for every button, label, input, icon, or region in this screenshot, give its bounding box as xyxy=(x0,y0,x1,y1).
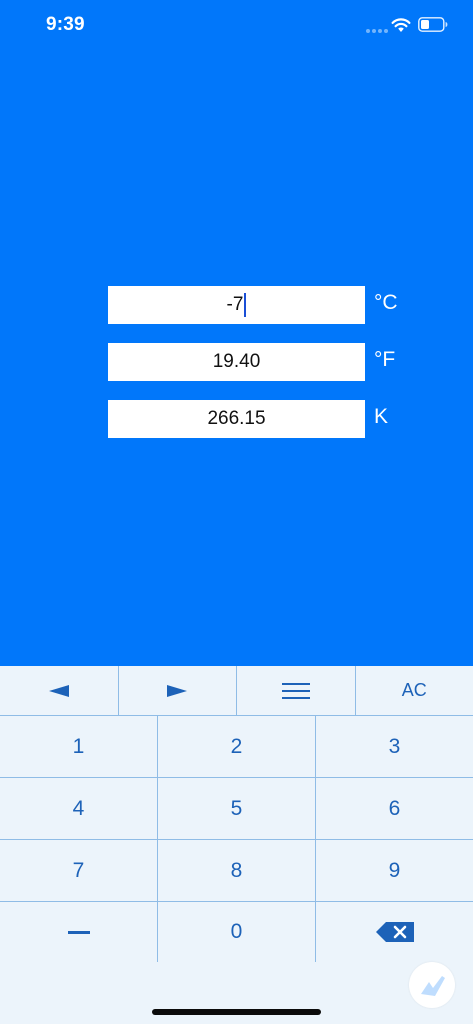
fahrenheit-value: 19.40 xyxy=(212,351,261,372)
key-7[interactable]: 7 xyxy=(0,840,158,902)
cursor-left-button[interactable] xyxy=(0,666,119,715)
kelvin-input[interactable]: 266.15 xyxy=(108,400,365,438)
kelvin-row: 266.15 K xyxy=(108,400,408,438)
clear-all-button[interactable]: AC xyxy=(356,666,473,715)
backspace-key[interactable] xyxy=(316,902,473,962)
celsius-value: -7 xyxy=(226,294,244,315)
number-pad: 1 2 3 4 5 6 7 8 9 0 xyxy=(0,716,473,962)
cursor-right-button[interactable] xyxy=(119,666,237,715)
key-2[interactable]: 2 xyxy=(158,716,316,778)
celsius-row: -7 °C xyxy=(108,286,408,324)
signal-dots-icon xyxy=(366,29,388,33)
right-arrow-icon xyxy=(167,684,188,697)
fahrenheit-input[interactable]: 19.40 xyxy=(108,343,365,381)
fahrenheit-row: 19.40 °F xyxy=(108,343,408,381)
text-caret xyxy=(244,293,247,317)
hand-icon xyxy=(421,976,445,996)
backspace-icon xyxy=(375,922,414,942)
key-6[interactable]: 6 xyxy=(316,778,473,840)
key-0[interactable]: 0 xyxy=(158,902,316,962)
left-arrow-icon xyxy=(48,684,69,697)
minus-icon xyxy=(67,930,90,934)
celsius-input[interactable]: -7 xyxy=(108,286,365,324)
key-1[interactable]: 1 xyxy=(0,716,158,778)
key-4[interactable]: 4 xyxy=(0,778,158,840)
wifi-icon xyxy=(391,18,411,32)
keyboard-toolbar: AC xyxy=(0,666,473,716)
home-indicator xyxy=(152,1009,321,1015)
status-bar: 9:39 xyxy=(0,0,473,52)
fahrenheit-unit-label: °F xyxy=(374,348,396,371)
assistive-touch-icon[interactable] xyxy=(409,962,455,1008)
celsius-unit-label: °C xyxy=(374,291,398,314)
key-5[interactable]: 5 xyxy=(158,778,316,840)
status-time: 9:39 xyxy=(46,14,85,35)
numeric-keyboard: AC 1 2 3 4 5 6 7 8 9 0 xyxy=(0,666,473,962)
key-8[interactable]: 8 xyxy=(158,840,316,902)
app-background: 9:39 -7 °C 19.40 °F 266.15 K xyxy=(0,0,473,666)
battery-icon xyxy=(418,17,448,32)
key-9[interactable]: 9 xyxy=(316,840,473,902)
kelvin-unit-label: K xyxy=(374,405,389,428)
menu-button[interactable] xyxy=(237,666,356,715)
kelvin-value: 266.15 xyxy=(207,408,266,429)
menu-icon xyxy=(281,682,310,699)
minus-key[interactable] xyxy=(0,902,158,962)
key-3[interactable]: 3 xyxy=(316,716,473,778)
